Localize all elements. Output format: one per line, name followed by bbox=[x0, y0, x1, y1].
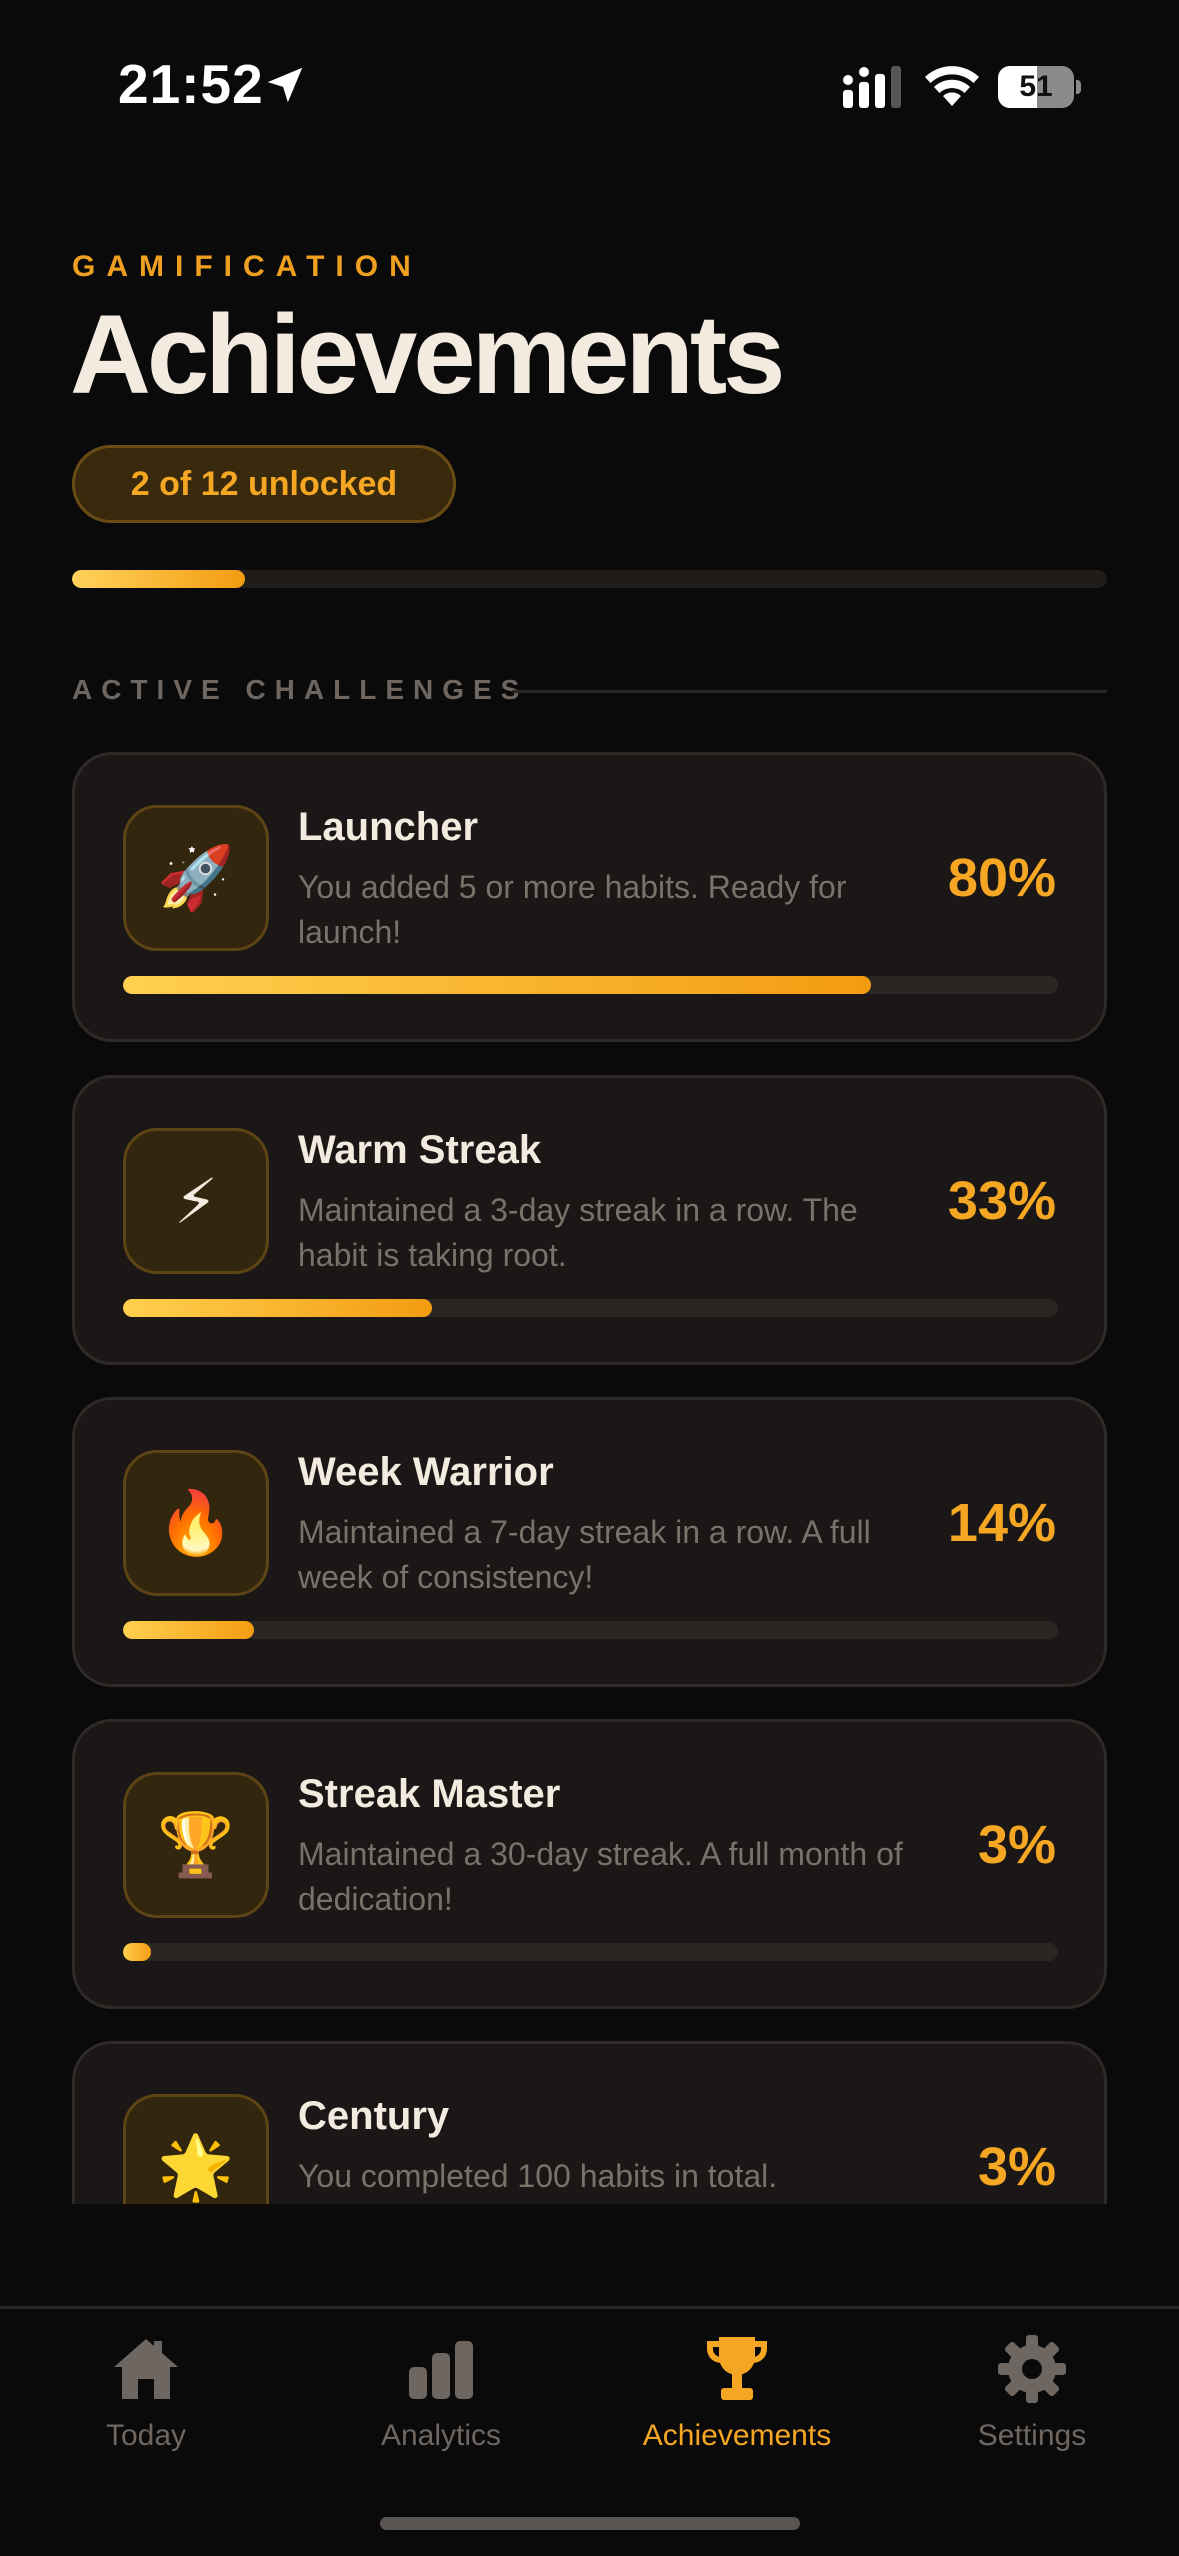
status-bar: 21:52 51 bbox=[0, 0, 1179, 170]
lightning-icon: ⚡ bbox=[123, 1128, 269, 1274]
tab-settings[interactable]: Settings bbox=[912, 2333, 1152, 2473]
tab-label: Today bbox=[105, 2419, 187, 2452]
status-time: 21:52 bbox=[118, 53, 264, 115]
gear-icon bbox=[998, 2335, 1066, 2403]
page-title: Achievements bbox=[70, 292, 785, 417]
tab-label: Settings bbox=[977, 2419, 1087, 2452]
challenge-title: Streak Master bbox=[298, 1772, 561, 1816]
challenge-title: Century bbox=[298, 2094, 450, 2138]
tab-label: Analytics bbox=[380, 2419, 502, 2452]
cellular-signal-icon bbox=[843, 66, 901, 108]
challenge-progress-bar bbox=[123, 1943, 1058, 1961]
trophy-icon: 🏆 bbox=[123, 1772, 269, 1918]
challenge-card-warm-streak[interactable]: ⚡ Warm Streak Maintained a 3-day streak … bbox=[72, 1075, 1107, 1365]
location-arrow-icon bbox=[267, 67, 303, 103]
overall-progress-bar bbox=[72, 570, 1107, 588]
challenge-title: Launcher bbox=[298, 805, 479, 849]
unlocked-count-badge: 2 of 12 unlocked bbox=[72, 445, 456, 523]
challenge-progress-bar bbox=[123, 1621, 1058, 1639]
challenge-progress-fill bbox=[123, 1299, 432, 1317]
challenge-progress-fill bbox=[123, 1621, 254, 1639]
challenge-percent: 33% bbox=[947, 1171, 1056, 1231]
challenge-list[interactable]: 🚀 Launcher You added 5 or more habits. R… bbox=[72, 752, 1107, 2204]
challenge-card-launcher[interactable]: 🚀 Launcher You added 5 or more habits. R… bbox=[72, 752, 1107, 1042]
challenge-card-century[interactable]: 🌟 Century You completed 100 habits in to… bbox=[72, 2041, 1107, 2204]
section-divider bbox=[512, 690, 1107, 693]
challenge-percent: 3% bbox=[977, 1815, 1056, 1875]
rocket-icon: 🚀 bbox=[123, 805, 269, 951]
tab-achievements[interactable]: Achievements bbox=[617, 2333, 857, 2473]
challenge-description: Maintained a 3-day streak in a row. The … bbox=[298, 1192, 858, 1273]
fire-icon: 🔥 bbox=[123, 1450, 269, 1596]
challenge-title: Warm Streak bbox=[298, 1128, 542, 1172]
tab-label: Achievements bbox=[642, 2419, 832, 2452]
battery-icon: 51 bbox=[998, 66, 1081, 108]
challenge-progress-bar bbox=[123, 976, 1058, 994]
home-icon bbox=[114, 2339, 178, 2399]
trophy-icon bbox=[707, 2337, 767, 2400]
challenge-progress-fill bbox=[123, 976, 871, 994]
overall-progress-fill bbox=[72, 570, 245, 588]
home-indicator[interactable] bbox=[380, 2517, 800, 2530]
challenge-description: Maintained a 30-day streak. A full month… bbox=[298, 1836, 903, 1917]
challenge-progress-fill bbox=[123, 1943, 152, 1961]
tab-analytics[interactable]: Analytics bbox=[321, 2333, 561, 2473]
section-label: ACTIVE CHALLENGES bbox=[72, 674, 529, 705]
challenge-card-streak-master[interactable]: 🏆 Streak Master Maintained a 30-day stre… bbox=[72, 1719, 1107, 2009]
challenge-title: Week Warrior bbox=[298, 1450, 554, 1494]
active-challenges-header: ACTIVE CHALLENGES bbox=[72, 672, 1107, 712]
achievements-screen: 21:52 51 GAMIFICATION Achievements 2 of bbox=[0, 0, 1179, 2556]
challenge-progress-bar bbox=[123, 1299, 1058, 1317]
challenge-percent: 80% bbox=[947, 848, 1056, 908]
bar-chart-icon bbox=[409, 2341, 473, 2399]
challenge-percent: 14% bbox=[947, 1493, 1056, 1553]
tab-today[interactable]: Today bbox=[26, 2333, 266, 2473]
wifi-icon bbox=[925, 66, 979, 106]
challenge-description: You added 5 or more habits. Ready for la… bbox=[298, 869, 847, 950]
challenge-percent: 3% bbox=[977, 2137, 1056, 2197]
challenge-description: You completed 100 habits in total. bbox=[298, 2158, 778, 2194]
challenge-card-week-warrior[interactable]: 🔥 Week Warrior Maintained a 7-day streak… bbox=[72, 1397, 1107, 1687]
battery-percent: 51 bbox=[1019, 70, 1053, 103]
challenge-description: Maintained a 7-day streak in a row. A fu… bbox=[298, 1514, 871, 1595]
section-eyebrow: GAMIFICATION bbox=[72, 250, 422, 283]
star-icon: 🌟 bbox=[123, 2094, 269, 2204]
